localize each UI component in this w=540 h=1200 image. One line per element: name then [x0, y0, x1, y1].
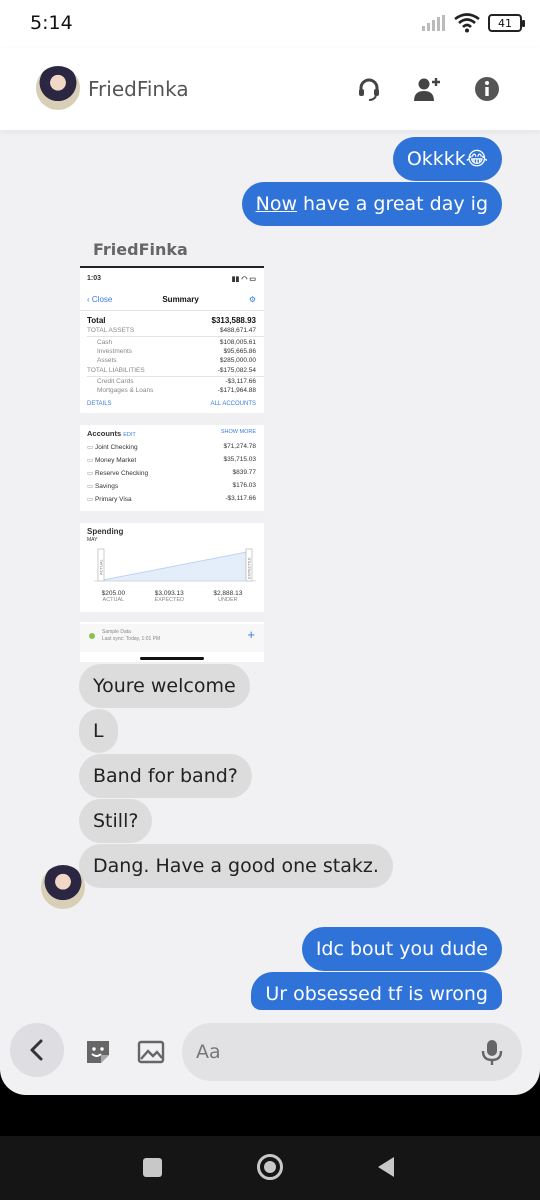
message-link-word[interactable]: Now: [256, 193, 297, 215]
add-icon: +: [247, 627, 255, 642]
contact-avatar[interactable]: [36, 66, 80, 110]
signal-icon: [422, 15, 445, 31]
chat-screen: 5:14 41 FriedFinka Okkkk😂 Now have a gre…: [0, 0, 540, 1095]
accounts-header: Accounts EDIT SHOW MORE: [87, 429, 256, 438]
total-row: Total $313,588.93: [87, 316, 256, 325]
battery-icon: 41: [488, 14, 525, 32]
message-text: Youre welcome: [93, 675, 236, 697]
microphone-icon[interactable]: [480, 1038, 504, 1066]
system-icons: 41: [422, 13, 525, 33]
chevron-left-icon: [30, 1039, 43, 1061]
message-list[interactable]: Okkkk😂 Now have a great day ig FriedFink…: [0, 130, 540, 1020]
close-link: ‹ Close: [87, 295, 113, 304]
spending-stats: $205.00 ACTUAL $3,093.13 EXPECTED $2,888.1…: [87, 590, 257, 603]
sender-label: FriedFinka: [93, 240, 188, 259]
incoming-message[interactable]: Youre welcome: [79, 664, 250, 708]
incoming-message[interactable]: L: [79, 709, 118, 753]
home-button[interactable]: [257, 1154, 283, 1180]
summary-title: Summary: [162, 295, 199, 304]
liability-row: Credit Cards -$3,117.66: [97, 378, 256, 385]
outgoing-message[interactable]: Idc bout you dude: [301, 927, 502, 971]
home-dot: [264, 1161, 276, 1173]
outgoing-message[interactable]: Okkkk😂: [392, 137, 502, 181]
status-bar: 5:14 41: [0, 0, 540, 48]
account-row: ▭ Savings $176.03: [87, 482, 256, 490]
actual-bar-label: ACTUAL: [99, 558, 104, 575]
outgoing-message[interactable]: Ur obsessed tf is wrong: [251, 972, 502, 1010]
shared-image[interactable]: 1:03 ▮▮ ◠ ▭ ‹ Close Summary ⚙ Total $313…: [80, 266, 264, 662]
spending-month: MAY: [87, 537, 98, 543]
call-icon[interactable]: [352, 72, 386, 106]
info-icon[interactable]: [470, 72, 504, 106]
incoming-message[interactable]: Dang. Have a good one stakz.: [79, 844, 393, 888]
phone-status-row: 1:03 ▮▮ ◠ ▭: [87, 275, 256, 283]
conversation-header: FriedFinka: [0, 48, 540, 130]
add-person-icon[interactable]: [410, 72, 444, 106]
recents-button[interactable]: [143, 1158, 162, 1177]
image-icon[interactable]: [136, 1038, 166, 1066]
divider: [87, 336, 264, 337]
summary-nav: ‹ Close Summary ⚙: [87, 295, 256, 304]
account-row: ▭ Joint Checking $71,274.78: [87, 443, 256, 451]
total-liabilities-row: TOTAL LIABILITIES -$175,082.54: [87, 367, 256, 374]
phone-status-icons: ▮▮ ◠ ▭: [231, 276, 256, 283]
expected-bar-label: EXPECTED: [247, 557, 252, 579]
sync-footer: Sample Data Last sync: Today, 1:01 PM +: [80, 624, 264, 652]
divider: [80, 310, 264, 311]
sender-avatar[interactable]: [41, 865, 85, 909]
message-text: Idc bout you dude: [315, 938, 488, 960]
asset-row: Cash $108,005.61: [97, 339, 256, 346]
message-text: have a great day ig: [297, 193, 488, 215]
incoming-message[interactable]: Band for band?: [79, 754, 252, 798]
spending-stat: $3,093.13 EXPECTED: [154, 590, 185, 603]
home-indicator: [140, 657, 204, 660]
sync-dot: [89, 633, 95, 639]
message-text: Ur obsessed tf is wrong: [265, 983, 488, 1005]
phone-time: 1:03: [87, 275, 102, 282]
wifi-icon: [454, 13, 480, 33]
message-text: Okkkk😂: [406, 148, 488, 170]
asset-row: Investments $95,665.86: [97, 348, 256, 355]
message-input-container[interactable]: [182, 1023, 522, 1081]
outgoing-message[interactable]: Now have a great day ig: [241, 182, 502, 226]
contact-name[interactable]: FriedFinka: [88, 77, 189, 101]
system-navigation-bar: [0, 1136, 540, 1200]
divider: [87, 376, 264, 377]
section-gap: [80, 612, 264, 622]
message-text: Band for band?: [93, 765, 238, 787]
spending-chart: ACTUAL EXPECTED: [94, 548, 256, 582]
message-text: L: [93, 720, 104, 742]
collapse-button[interactable]: [10, 1023, 64, 1077]
spending-stat: $2,888.13 UNDER: [213, 590, 243, 603]
account-row: ▭ Primary Visa -$3,117.66: [87, 495, 256, 503]
spending-title: Spending: [87, 527, 124, 536]
message-text: Still?: [93, 810, 139, 832]
section-gap: [80, 511, 264, 523]
settings-gear-icon: ⚙: [248, 295, 256, 304]
spending-stat: $205.00 ACTUAL: [101, 590, 126, 603]
account-row: ▭ Money Market $35,715.03: [87, 456, 256, 464]
asset-row: Assets $285,000.00: [97, 357, 256, 364]
message-composer: [0, 1020, 540, 1095]
total-assets-row: TOTAL ASSETS $488,671.47: [87, 327, 256, 334]
status-time: 5:14: [30, 12, 73, 34]
account-row: ▭ Reserve Checking $839.77: [87, 469, 256, 477]
section-gap: [80, 413, 264, 425]
message-text: Dang. Have a good one stakz.: [93, 855, 379, 877]
liability-row: Mortgages & Loans -$171,964.88: [97, 387, 256, 394]
details-links: DETAILS ALL ACCOUNTS: [87, 401, 256, 407]
sticker-icon[interactable]: [84, 1038, 112, 1066]
back-triangle-icon[interactable]: [376, 1156, 396, 1178]
incoming-message[interactable]: Still?: [79, 799, 153, 843]
battery-level: 41: [498, 16, 512, 30]
message-input[interactable]: [196, 1037, 456, 1067]
